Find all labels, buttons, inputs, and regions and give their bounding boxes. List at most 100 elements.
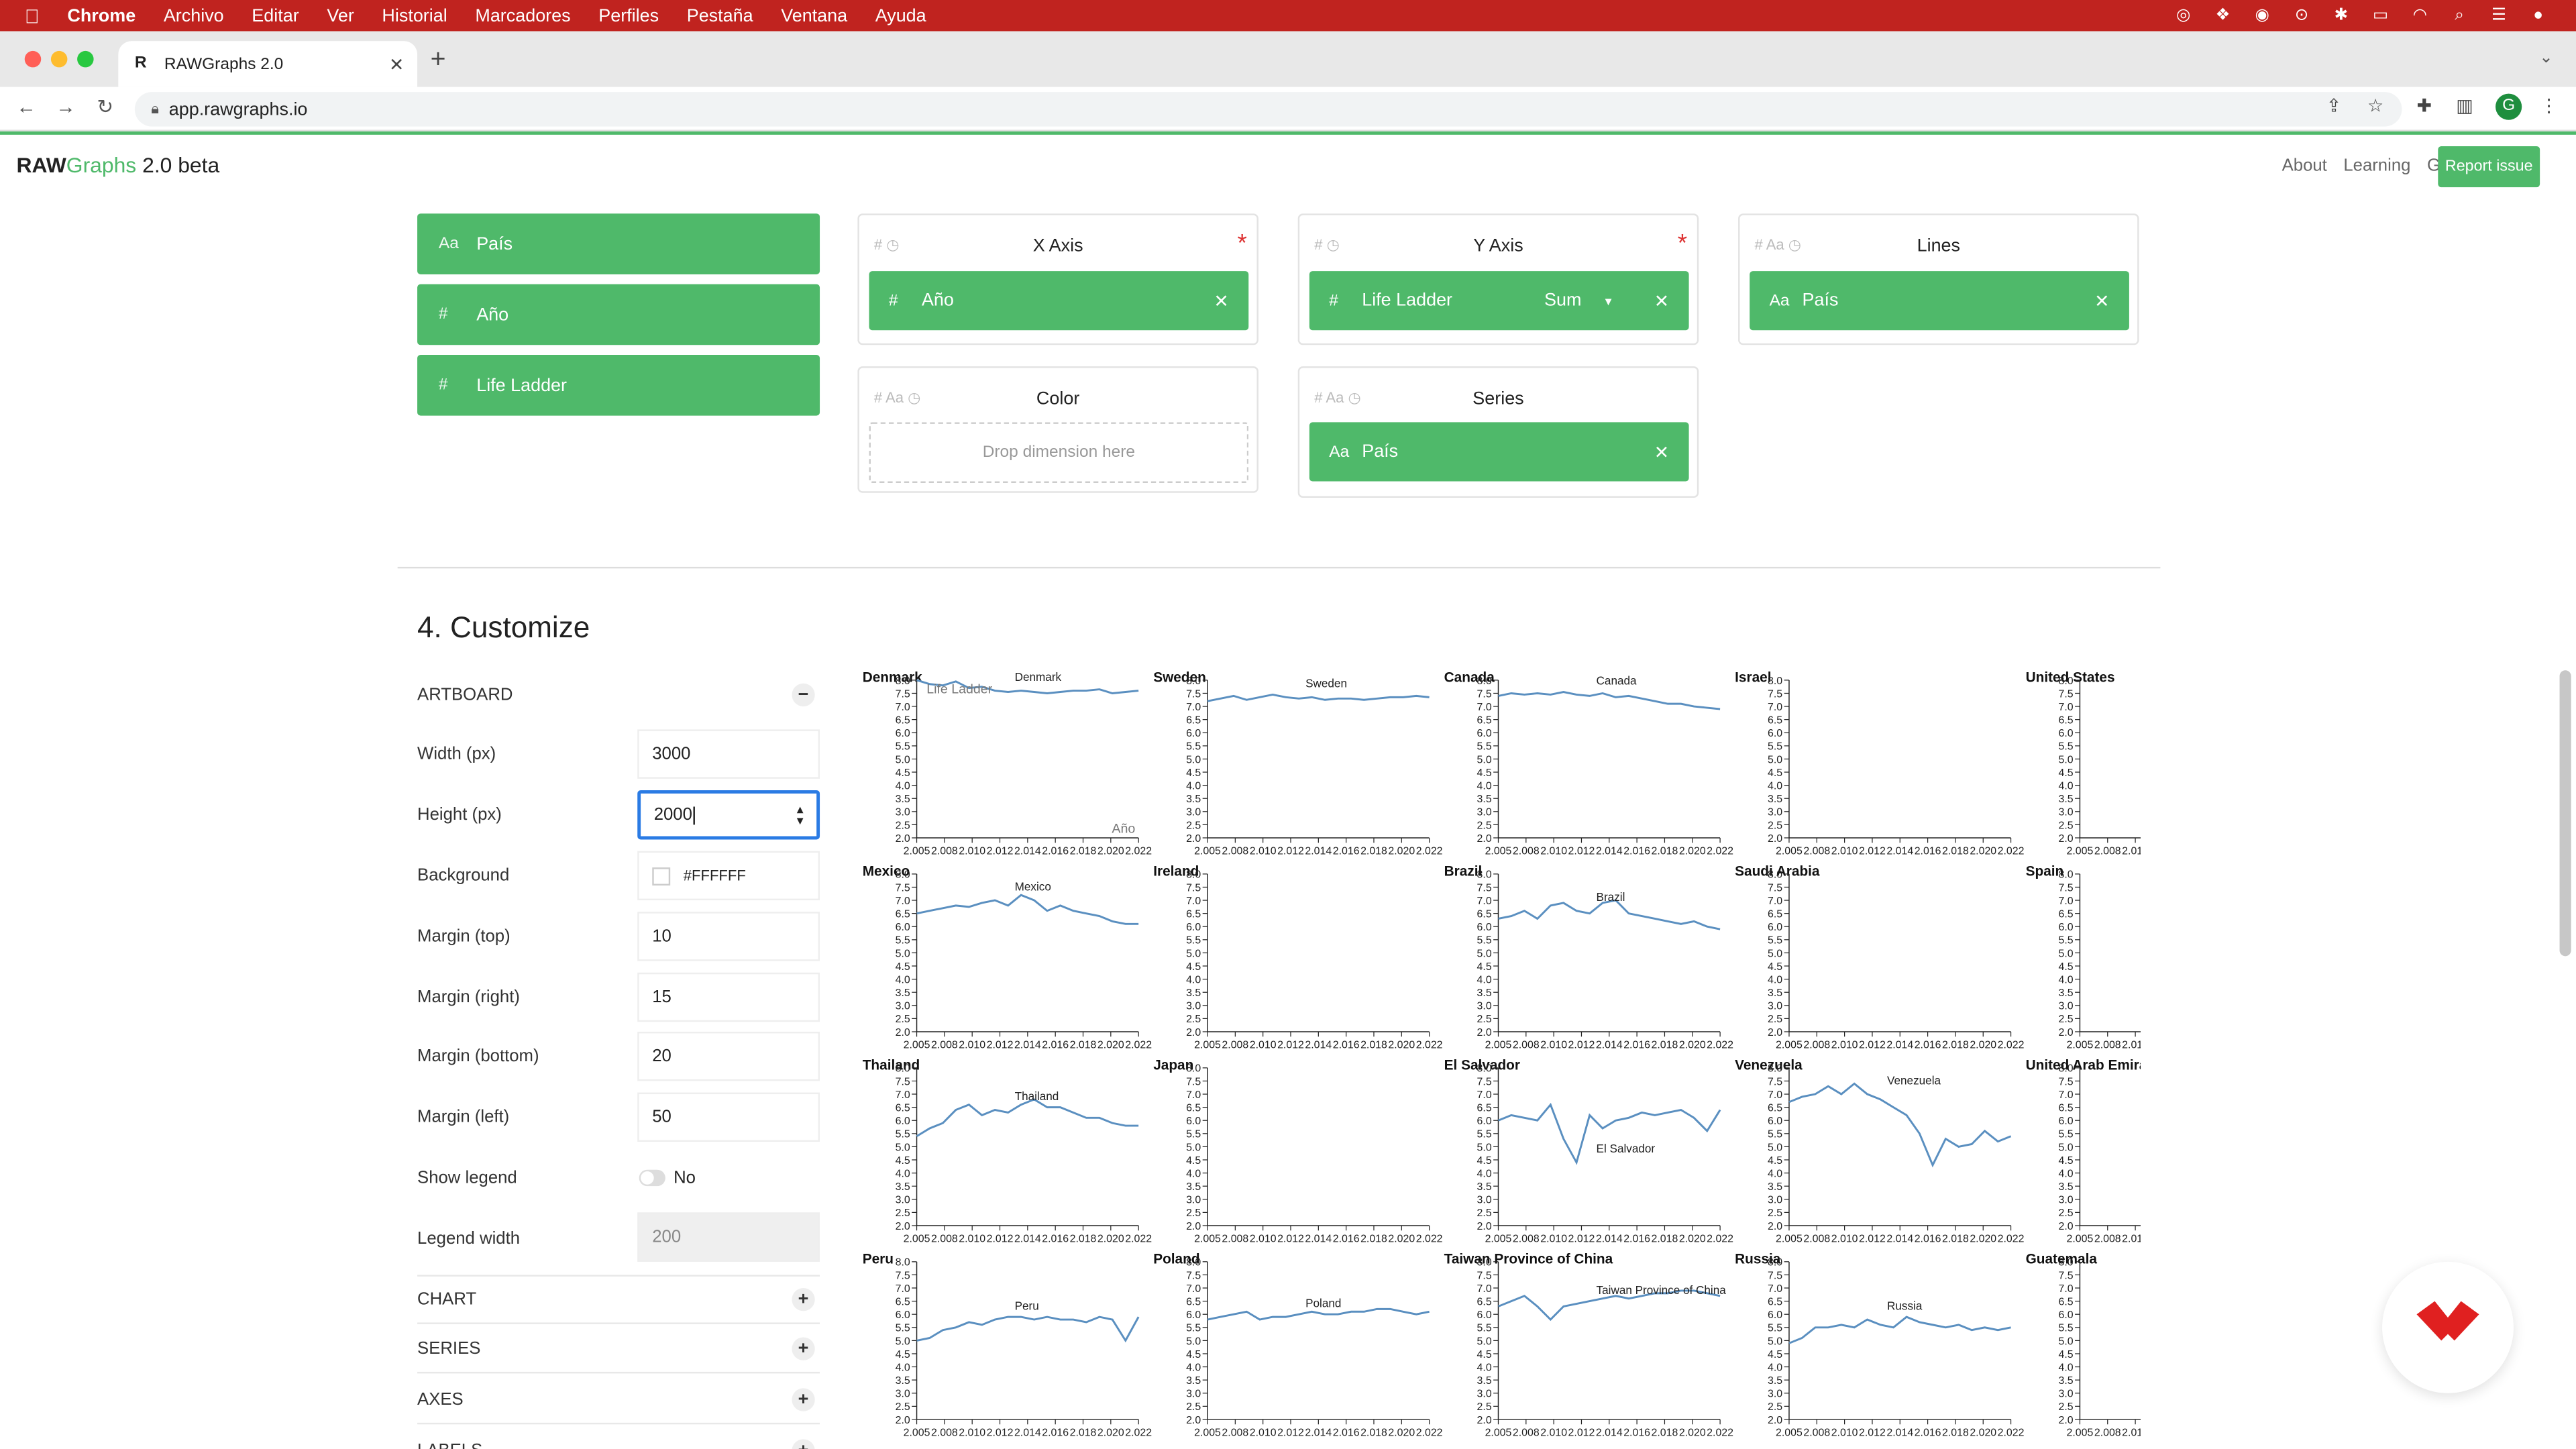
nav-about[interactable]: About xyxy=(2282,156,2327,176)
x-tick-label: 2.010 xyxy=(1540,1233,1567,1244)
extensions-puzzle-icon[interactable]: ✚ xyxy=(2416,95,2432,116)
app-logo[interactable]: RAWGraphs 2.0 beta xyxy=(16,153,219,178)
address-bar[interactable]: 🔒︎ app.rawgraphs.io xyxy=(134,92,2402,127)
dimension-ano[interactable]: # Año xyxy=(417,284,820,345)
y-tick-label: 2.5 xyxy=(2059,1208,2074,1219)
x-tick-label: 2.016 xyxy=(1915,1233,1941,1244)
mapped-chip-pais[interactable]: Aa País ✕ xyxy=(1750,271,2129,331)
dimension-pais[interactable]: Aa País xyxy=(417,213,820,274)
height-input[interactable]: 2000 ▴ ▾ xyxy=(637,790,820,840)
y-tick-label: 3.5 xyxy=(896,1181,910,1193)
chrome-menu-kebab-icon[interactable]: ⋮ xyxy=(2540,95,2558,116)
menu-editar[interactable]: Editar xyxy=(252,6,299,25)
close-tab-icon[interactable]: ✕ xyxy=(389,54,405,74)
menu-ayuda[interactable]: Ayuda xyxy=(875,6,926,25)
expand-plus-icon[interactable]: + xyxy=(792,1336,815,1360)
floating-help-button[interactable] xyxy=(2382,1261,2514,1393)
expand-plus-icon[interactable]: + xyxy=(792,1288,815,1311)
menu-historial[interactable]: Historial xyxy=(382,6,447,25)
expand-plus-icon[interactable]: + xyxy=(792,1438,815,1449)
collapse-minus-icon[interactable]: − xyxy=(792,683,815,707)
page-scrollbar-thumb[interactable] xyxy=(2559,670,2571,957)
width-input[interactable]: 3000 xyxy=(637,729,820,779)
margin-top-input[interactable]: 10 xyxy=(637,912,820,961)
mapped-chip-ano[interactable]: # Año ✕ xyxy=(869,271,1249,331)
forward-arrow-icon[interactable]: → xyxy=(56,95,75,118)
x-tick-label: 2.010 xyxy=(1540,1039,1567,1051)
x-tick-label: 2.022 xyxy=(1416,1039,1443,1051)
battery-icon[interactable]: ▭ xyxy=(2369,3,2392,26)
menu-marcadores[interactable]: Marcadores xyxy=(475,6,570,25)
mapped-chip-pais[interactable]: Aa País ✕ xyxy=(1309,422,1689,482)
chart-panel-united-states: United States8.07.57.06.56.05.55.04.54.0… xyxy=(2026,669,2141,857)
x-axis-title: Año xyxy=(1112,822,1135,837)
menu-perfiles[interactable]: Perfiles xyxy=(598,6,659,25)
share-icon[interactable]: ⇪ xyxy=(2326,95,2342,116)
bookmark-star-icon[interactable]: ☆ xyxy=(2367,95,2383,116)
dimension-life-ladder[interactable]: # Life Ladder xyxy=(417,354,820,416)
window-close-button[interactable] xyxy=(24,50,42,68)
siri-icon[interactable]: ● xyxy=(2527,3,2550,26)
browser-tab[interactable]: R RAWGraphs 2.0 ✕ xyxy=(118,41,418,87)
control-center-icon[interactable]: ☰ xyxy=(2487,3,2510,26)
group-chart[interactable]: CHART + xyxy=(417,1275,820,1324)
number-spinner-icon[interactable]: ▴ ▾ xyxy=(797,802,804,827)
y-tick-label: 3.0 xyxy=(1768,807,1782,818)
remove-chip-icon[interactable]: ✕ xyxy=(2094,290,2110,311)
margin-right-input[interactable]: 15 xyxy=(637,972,820,1022)
background-color-input[interactable]: #FFFFFF xyxy=(637,851,820,901)
menu-ver[interactable]: Ver xyxy=(327,6,354,25)
tab-search-chevron-icon[interactable]: ⌄ xyxy=(2539,49,2553,67)
new-tab-icon[interactable]: + xyxy=(431,46,446,76)
x-tick-label: 2.008 xyxy=(1222,845,1248,857)
reload-icon[interactable]: ↻ xyxy=(97,95,113,118)
menu-pestana[interactable]: Pestaña xyxy=(687,6,753,25)
menu-ventana[interactable]: Ventana xyxy=(781,6,847,25)
show-legend-toggle[interactable]: No xyxy=(639,1168,696,1188)
menu-app-chrome[interactable]: Chrome xyxy=(67,6,136,25)
apple-icon[interactable]:  xyxy=(25,4,40,27)
bluetooth-icon[interactable]: ✱ xyxy=(2330,3,2353,26)
dropbox-icon[interactable]: ❖ xyxy=(2211,3,2234,26)
vpn-icon[interactable]: ⊙ xyxy=(2290,3,2313,26)
margin-left-input[interactable]: 50 xyxy=(637,1092,820,1142)
y-tick-label: 5.5 xyxy=(1186,935,1201,947)
window-minimize-button[interactable] xyxy=(50,50,68,68)
sync-icon[interactable]: ◉ xyxy=(2251,3,2273,26)
color-drop-zone[interactable]: Drop dimension here xyxy=(869,422,1249,484)
margin-bottom-input[interactable]: 20 xyxy=(637,1031,820,1081)
wifi-icon[interactable]: ◠ xyxy=(2408,3,2431,26)
aggregation-select[interactable]: Sum xyxy=(1544,290,1581,310)
window-zoom-button[interactable] xyxy=(77,50,94,68)
remove-chip-icon[interactable]: ✕ xyxy=(1654,290,1670,311)
expand-plus-icon[interactable]: + xyxy=(792,1387,815,1411)
menu-archivo[interactable]: Archivo xyxy=(164,6,224,25)
group-artboard[interactable]: ARTBOARD − xyxy=(417,670,820,719)
spotlight-search-icon[interactable]: ⌕ xyxy=(2448,3,2471,26)
y-tick-label: 3.5 xyxy=(1186,794,1201,805)
side-panel-icon[interactable]: ▥ xyxy=(2456,95,2473,116)
required-asterisk-icon: * xyxy=(1677,229,1688,258)
mapped-chip-life-ladder[interactable]: # Life Ladder Sum ▾ ✕ xyxy=(1309,271,1689,331)
creative-cloud-icon[interactable]: ◎ xyxy=(2172,3,2195,26)
chevron-down-icon[interactable]: ▾ xyxy=(1605,293,1612,308)
x-tick-label: 2.008 xyxy=(1803,1039,1830,1051)
color-swatch[interactable] xyxy=(652,866,671,885)
toggle-switch[interactable] xyxy=(639,1169,665,1187)
group-series[interactable]: SERIES + xyxy=(417,1324,820,1374)
remove-chip-icon[interactable]: ✕ xyxy=(1654,441,1670,462)
x-tick-label: 2.012 xyxy=(1859,845,1886,857)
profile-avatar[interactable]: G xyxy=(2496,93,2522,120)
margin-bottom-label: Margin (bottom) xyxy=(417,1046,539,1067)
remove-chip-icon[interactable]: ✕ xyxy=(1214,290,1229,311)
chart-panel-taiwan-province-of-china: Taiwan Province of China8.07.57.06.56.05… xyxy=(1444,1251,1733,1438)
report-issue-button[interactable]: Report issue xyxy=(2438,146,2540,188)
nav-learning[interactable]: Learning xyxy=(2343,156,2410,176)
legend-width-input[interactable]: 200 xyxy=(637,1212,820,1262)
back-arrow-icon[interactable]: ← xyxy=(16,95,36,118)
x-tick-label: 2.008 xyxy=(1803,845,1830,857)
y-tick-label: 6.0 xyxy=(1768,728,1782,739)
group-labels[interactable]: LABELS + xyxy=(417,1426,820,1449)
group-axes[interactable]: AXES + xyxy=(417,1375,820,1425)
y-tick-label: 6.5 xyxy=(896,715,910,727)
